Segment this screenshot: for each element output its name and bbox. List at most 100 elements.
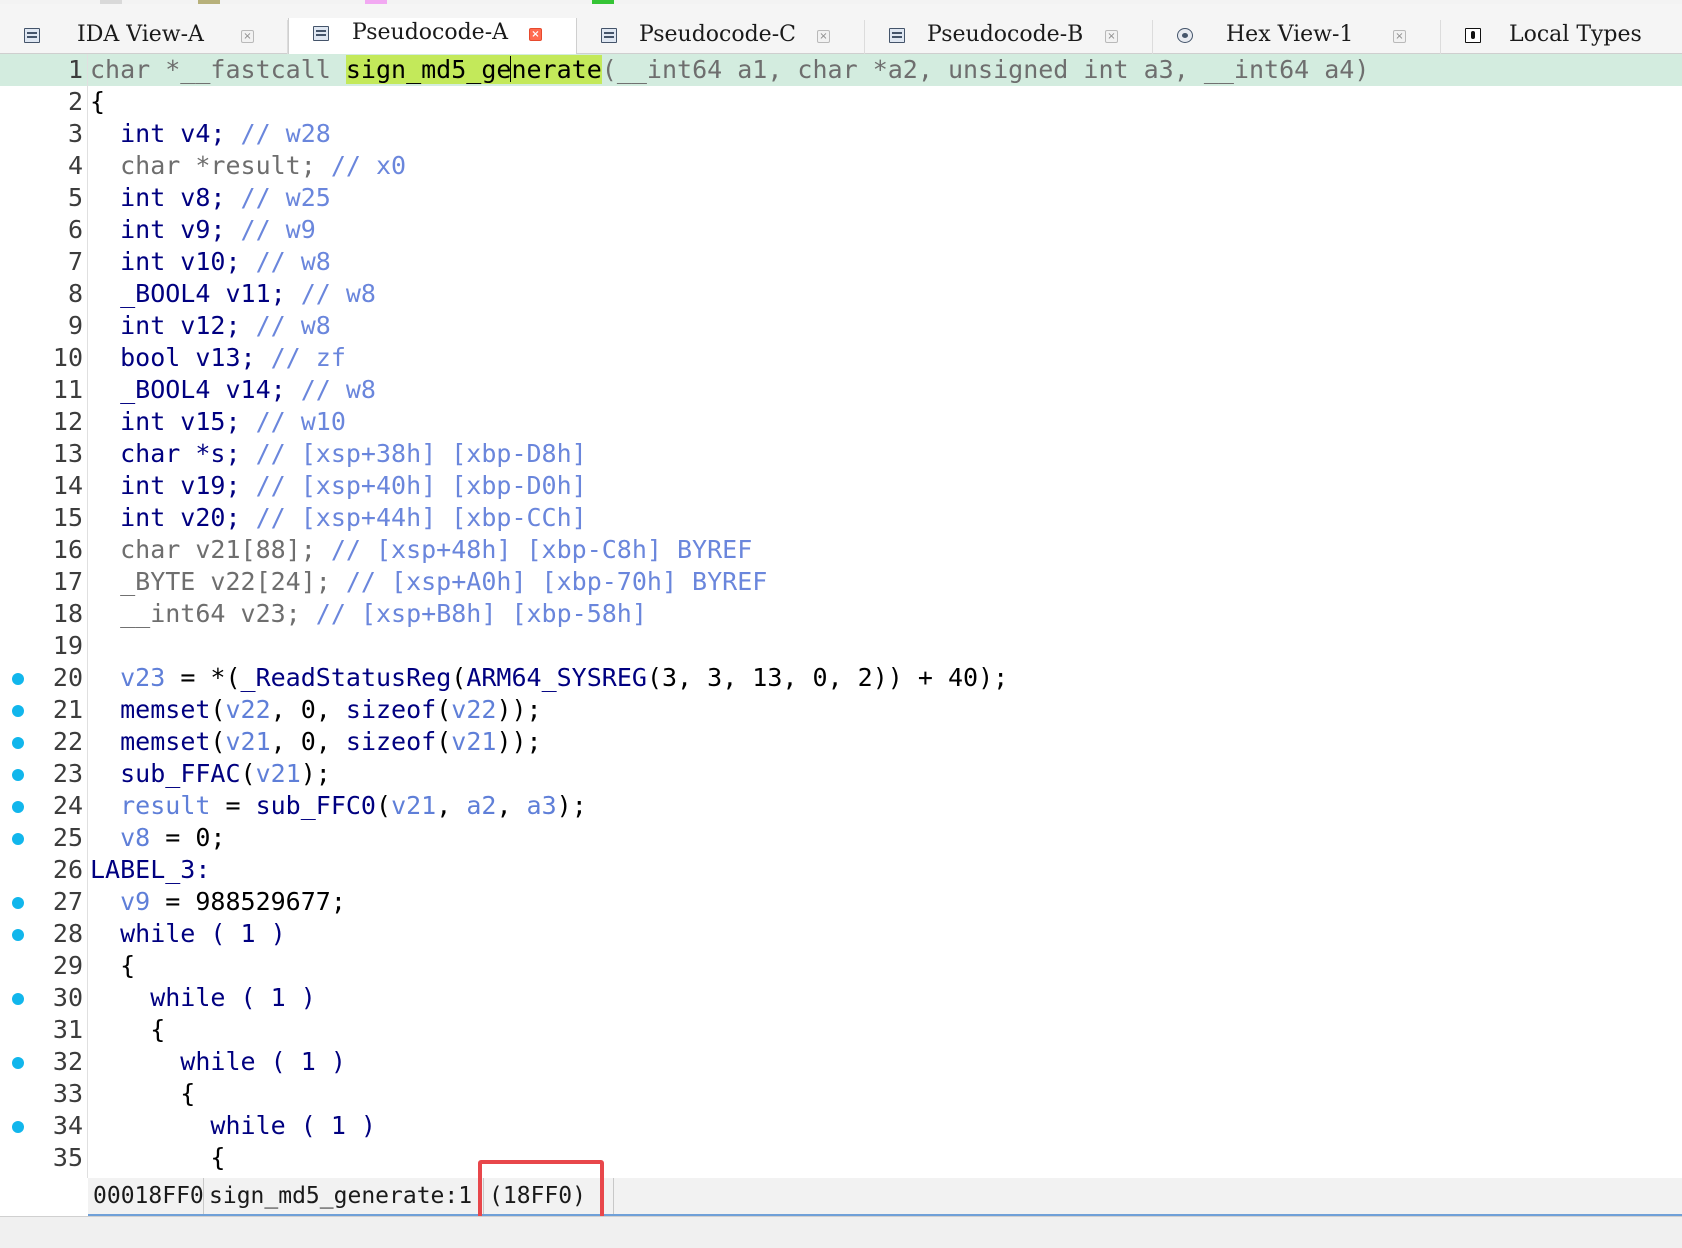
code-text[interactable]: v23 = *(_ReadStatusReg(ARM64_SYSREG(3, 3… — [90, 662, 1008, 694]
code-line[interactable]: 24 result = sub_FFC0(v21, a2, a3); — [0, 790, 1682, 822]
close-icon[interactable]: × — [1105, 30, 1118, 43]
code-line[interactable]: 29 { — [0, 950, 1682, 982]
code-text[interactable]: _BOOL4 v14; // w8 — [90, 374, 376, 406]
code-line[interactable]: 17 _BYTE v22[24]; // [xsp+A0h] [xbp-70h]… — [0, 566, 1682, 598]
code-line[interactable]: 5 int v8; // w25 — [0, 182, 1682, 214]
code-line[interactable]: 10 bool v13; // zf — [0, 342, 1682, 374]
tab-local-types[interactable]: Local Types — [1441, 20, 1682, 54]
code-line[interactable]: 31 { — [0, 1014, 1682, 1046]
code-text[interactable]: int v8; // w25 — [90, 182, 331, 214]
code-text[interactable]: while ( 1 ) — [90, 982, 316, 1014]
code-text[interactable]: { — [90, 86, 105, 118]
close-icon[interactable]: × — [241, 30, 254, 43]
tab-pseudocode-b[interactable]: Pseudocode-B × — [865, 20, 1153, 54]
code-text[interactable]: _BOOL4 v11; // w8 — [90, 278, 376, 310]
code-line[interactable]: 7 int v10; // w8 — [0, 246, 1682, 278]
code-text[interactable]: __int64 v23; // [xsp+B8h] [xbp-58h] — [90, 598, 647, 630]
line-number: 32 — [52, 1047, 83, 1076]
tab-ida-view-a[interactable]: IDA View-A × — [0, 20, 288, 54]
code-text[interactable]: int v12; // w8 — [90, 310, 331, 342]
code-line[interactable]: 8 _BOOL4 v11; // w8 — [0, 278, 1682, 310]
code-line[interactable]: 6 int v9; // w9 — [0, 214, 1682, 246]
line-number: 21 — [52, 695, 83, 724]
code-line[interactable]: 9 int v12; // w8 — [0, 310, 1682, 342]
code-line[interactable]: 25 v8 = 0; — [0, 822, 1682, 854]
code-line[interactable]: 27 v9 = 988529677; — [0, 886, 1682, 918]
code-token: , — [436, 791, 467, 820]
code-line[interactable]: 18 __int64 v23; // [xsp+B8h] [xbp-58h] — [0, 598, 1682, 630]
line-number: 5 — [67, 183, 83, 212]
code-text[interactable]: while ( 1 ) — [90, 1110, 376, 1142]
code-text[interactable]: int v19; // [xsp+40h] [xbp-D0h] — [90, 470, 587, 502]
code-text[interactable]: sub_FFAC(v21); — [90, 758, 331, 790]
line-number: 25 — [52, 823, 83, 852]
code-text[interactable]: _BYTE v22[24]; // [xsp+A0h] [xbp-70h] BY… — [90, 566, 767, 598]
code-line[interactable]: 13 char *s; // [xsp+38h] [xbp-D8h] — [0, 438, 1682, 470]
tab-pseudocode-a[interactable]: Pseudocode-A × — [288, 18, 577, 55]
code-line[interactable]: 33 { — [0, 1078, 1682, 1110]
code-line[interactable]: 12 int v15; // w10 — [0, 406, 1682, 438]
pseudocode-editor[interactable]: 1 char *__fastcall sign_md5_generate(__in… — [0, 54, 1682, 1178]
window-bottom-bar — [0, 1216, 1682, 1248]
code-line[interactable]: 21 memset(v22, 0, sizeof(v22)); — [0, 694, 1682, 726]
code-text[interactable]: int v15; // w10 — [90, 406, 346, 438]
code-text[interactable]: int v10; // w8 — [90, 246, 331, 278]
line-number: 6 — [67, 215, 83, 244]
code-text[interactable]: char *__fastcall sign_md5_generate(__int… — [90, 54, 1369, 86]
code-text[interactable]: memset(v22, 0, sizeof(v22)); — [90, 694, 541, 726]
code-line[interactable]: 28 while ( 1 ) — [0, 918, 1682, 950]
code-text[interactable]: { — [90, 1014, 165, 1046]
line-number: 31 — [52, 1015, 83, 1044]
code-line[interactable]: 22 memset(v21, 0, sizeof(v21)); — [0, 726, 1682, 758]
code-text[interactable]: v9 = 988529677; — [90, 886, 346, 918]
code-token: ARM64_SYSREG — [466, 663, 647, 692]
code-token: int v10; — [90, 247, 256, 276]
code-token: (3, 3, 13, 0, 2)) + 40); — [646, 663, 1009, 692]
close-icon[interactable]: × — [529, 28, 542, 41]
code-token: ( — [451, 663, 467, 692]
code-line[interactable]: 26 LABEL_3: — [0, 854, 1682, 886]
code-text[interactable]: while ( 1 ) — [90, 918, 286, 950]
code-text[interactable]: char *s; // [xsp+38h] [xbp-D8h] — [90, 438, 587, 470]
code-line[interactable]: 32 while ( 1 ) — [0, 1046, 1682, 1078]
code-text[interactable]: int v4; // w28 — [90, 118, 331, 150]
code-text[interactable]: char *result; // x0 — [90, 150, 406, 182]
code-text[interactable]: result = sub_FFC0(v21, a2, a3); — [90, 790, 587, 822]
code-line[interactable]: 1 char *__fastcall sign_md5_generate(__in… — [0, 54, 1682, 86]
code-text[interactable]: v8 = 0; — [90, 822, 225, 854]
line-number: 29 — [52, 951, 83, 980]
code-text[interactable]: int v9; // w9 — [90, 214, 316, 246]
code-line[interactable]: 3 int v4; // w28 — [0, 118, 1682, 150]
code-line[interactable]: 15 int v20; // [xsp+44h] [xbp-CCh] — [0, 502, 1682, 534]
close-icon[interactable]: × — [817, 30, 830, 43]
code-line[interactable]: 35 { — [0, 1142, 1682, 1174]
tab-hex-view-1[interactable]: Hex View-1 × — [1153, 20, 1441, 54]
code-text[interactable]: char v21[88]; // [xsp+48h] [xbp-C8h] BYR… — [90, 534, 752, 566]
line-number: 2 — [67, 87, 83, 116]
code-line[interactable]: 11 _BOOL4 v14; // w8 — [0, 374, 1682, 406]
code-text[interactable]: { — [90, 950, 135, 982]
code-line[interactable]: 2{ — [0, 86, 1682, 118]
code-text[interactable]: { — [90, 1142, 225, 1174]
code-text[interactable]: LABEL_3: — [90, 854, 210, 886]
close-icon[interactable]: × — [1393, 30, 1406, 43]
code-text[interactable]: while ( 1 ) — [90, 1046, 346, 1078]
code-line[interactable]: 20 v23 = *(_ReadStatusReg(ARM64_SYSREG(3… — [0, 662, 1682, 694]
code-text[interactable]: { — [90, 1078, 195, 1110]
code-text[interactable]: memset(v21, 0, sizeof(v21)); — [90, 726, 541, 758]
code-token: while ( 1 ) — [90, 983, 316, 1012]
code-line[interactable]: 23 sub_FFAC(v21); — [0, 758, 1682, 790]
code-line[interactable]: 4 char *result; // x0 — [0, 150, 1682, 182]
code-line[interactable]: 14 int v19; // [xsp+40h] [xbp-D0h] — [0, 470, 1682, 502]
code-line[interactable]: 19 — [0, 630, 1682, 662]
tab-pseudocode-c[interactable]: Pseudocode-C × — [577, 20, 865, 54]
code-line[interactable]: 34 while ( 1 ) — [0, 1110, 1682, 1142]
code-text[interactable]: bool v13; // zf — [90, 342, 346, 374]
code-line[interactable]: 16 char v21[88]; // [xsp+48h] [xbp-C8h] … — [0, 534, 1682, 566]
gutter-separator — [87, 54, 88, 1178]
code-token: int v15; — [90, 407, 256, 436]
code-text[interactable]: int v20; // [xsp+44h] [xbp-CCh] — [90, 502, 587, 534]
code-line[interactable]: 30 while ( 1 ) — [0, 982, 1682, 1014]
highlighted-identifier: nerate — [511, 55, 602, 84]
